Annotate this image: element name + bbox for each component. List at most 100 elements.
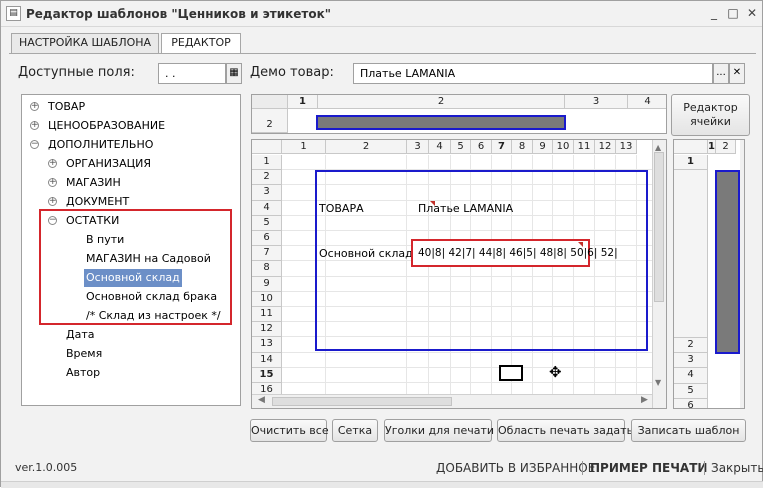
expand-toggle-icon[interactable]: +	[48, 178, 57, 187]
corner-cell	[252, 95, 288, 109]
window-title: Редактор шаблонов "Ценников и этикеток"	[26, 7, 332, 21]
tree-item[interactable]: МАГАЗИН	[64, 174, 123, 192]
side-row-header[interactable]: 5	[674, 383, 708, 399]
tree-item[interactable]: ДОПОЛНИТЕЛЬНО	[46, 136, 155, 154]
top-col-header: 1	[288, 95, 318, 109]
print-width-bar[interactable]	[316, 115, 566, 130]
tree-item[interactable]: Автор	[64, 364, 102, 382]
row-header[interactable]: 13	[252, 337, 282, 353]
maximize-button[interactable]: □	[725, 6, 741, 21]
cell-sizes: 40|8| 42|7| 44|8| 46|5| 48|8| 50|6| 52|	[418, 247, 618, 259]
row-header[interactable]: 1	[252, 155, 282, 171]
grid-row-line	[282, 366, 652, 368]
scroll-up-icon[interactable]: ▲	[655, 143, 661, 152]
close-button[interactable]: ✕	[744, 6, 760, 21]
expand-toggle-icon[interactable]: −	[30, 140, 39, 149]
side-row-spacer	[674, 170, 708, 338]
print-corners-button[interactable]: Уголки для печати	[384, 419, 494, 442]
tree-item[interactable]: ТОВАР	[46, 98, 87, 116]
tree-item[interactable]: Время	[64, 345, 104, 363]
calendar-icon[interactable]: ▦	[226, 63, 242, 84]
grid-corner	[252, 140, 282, 154]
scroll-right-icon[interactable]: ▶	[641, 395, 648, 405]
comment-marker-icon	[578, 242, 583, 247]
expand-toggle-icon[interactable]: +	[48, 197, 57, 206]
move-cursor-icon: ✥	[549, 363, 562, 381]
tree-item[interactable]: ЦЕНООБРАЗОВАНИЕ	[46, 117, 167, 135]
grid-row-line	[282, 351, 652, 353]
version-label: ver.1.0.005	[15, 461, 78, 474]
tab-template-settings[interactable]: НАСТРОЙКА ШАБЛОНА	[11, 33, 159, 53]
row-header[interactable]: 15	[252, 367, 282, 383]
tree-item[interactable]: Дата	[64, 326, 96, 344]
row-header[interactable]: 5	[252, 215, 282, 231]
minimize-button[interactable]: _	[706, 6, 722, 21]
row-header[interactable]: 10	[252, 291, 282, 307]
row-header[interactable]: 12	[252, 322, 282, 338]
expand-toggle-icon[interactable]: +	[48, 159, 57, 168]
column-header[interactable]: 9	[533, 140, 553, 154]
divider	[704, 461, 705, 475]
row-header[interactable]: 14	[252, 352, 282, 368]
row-header[interactable]: 11	[252, 307, 282, 323]
vertical-scroll-thumb[interactable]	[654, 152, 664, 302]
row-header[interactable]: 7	[252, 246, 282, 262]
cell-editor-button[interactable]: Редактор ячейки	[671, 94, 750, 136]
side-row-header[interactable]: 6	[674, 398, 708, 408]
divider	[582, 461, 583, 475]
column-header[interactable]: 11	[574, 140, 595, 154]
template-grid[interactable]: 1 2 3 4 5 6 7 8 9 10 11 12 13 1 2 3 4 5 6 7 8 9 10 11 12 13 14 15 16…	[251, 139, 667, 409]
comment-marker-icon	[430, 201, 435, 206]
title-bar: ▤ Редактор шаблонов "Ценников и этикеток…	[1, 1, 762, 27]
grid-row-line	[282, 382, 652, 383]
side-row-header[interactable]: 4	[674, 368, 708, 384]
column-header[interactable]: 3	[407, 140, 429, 154]
column-header[interactable]: 7	[492, 140, 512, 154]
save-template-button[interactable]: Записать шаблон	[631, 419, 746, 442]
tab-editor[interactable]: РЕДАКТОР	[161, 33, 241, 54]
column-header[interactable]: 6	[471, 140, 492, 154]
scroll-left-icon[interactable]: ◀	[258, 395, 265, 405]
column-header[interactable]: 4	[429, 140, 451, 154]
column-header[interactable]: 13	[616, 140, 637, 154]
column-header[interactable]: 8	[512, 140, 533, 154]
row-header[interactable]: 3	[252, 185, 282, 201]
column-header[interactable]: 10	[553, 140, 574, 154]
print-height-bar[interactable]	[715, 170, 740, 354]
row-header[interactable]: 9	[252, 276, 282, 292]
top-ruler-grid[interactable]: 1 2 3 4 2	[251, 94, 667, 134]
expand-toggle-icon[interactable]: +	[30, 102, 39, 111]
add-favorites-link[interactable]: ДОБАВИТЬ В ИЗБРАННОЕ	[436, 461, 595, 475]
select-button[interactable]: ...	[713, 63, 729, 84]
column-header[interactable]: 5	[451, 140, 471, 154]
row-header[interactable]: 2	[252, 170, 282, 186]
side-row-header[interactable]: 3	[674, 353, 708, 369]
demo-product-input[interactable]: Платье LAMANIA	[353, 63, 713, 84]
row-header[interactable]: 6	[252, 231, 282, 247]
column-header[interactable]: 2	[326, 140, 407, 154]
grid-button[interactable]: Сетка	[332, 419, 378, 442]
row-header[interactable]: 8	[252, 261, 282, 277]
clear-icon[interactable]: ✕	[729, 63, 745, 84]
top-col-header: 2	[318, 95, 565, 109]
cell-warehouse: Основной склад	[319, 247, 413, 260]
available-fields-input[interactable]: . .	[158, 63, 226, 84]
column-header[interactable]: 1	[282, 140, 326, 154]
print-sample-link[interactable]: ПРИМЕР ПЕЧАТИ	[590, 461, 707, 475]
tree-item[interactable]: ОРГАНИЗАЦИЯ	[64, 155, 153, 173]
row-header[interactable]: 4	[252, 200, 282, 216]
side-row-header[interactable]: 2	[674, 338, 708, 354]
editor-window: ▤ Редактор шаблонов "Ценников и этикеток…	[0, 0, 763, 488]
set-print-area-button[interactable]: Область печать задать	[497, 419, 633, 442]
horizontal-scroll-thumb[interactable]	[272, 397, 452, 406]
clear-all-button[interactable]: Очистить все	[250, 419, 329, 442]
side-col-header[interactable]: 2	[716, 140, 736, 154]
side-row-header[interactable]: 1	[674, 155, 708, 170]
top-col-header: 3	[565, 95, 628, 109]
side-col-header[interactable]: 1	[708, 140, 716, 154]
close-link[interactable]: Закрыть	[711, 461, 763, 475]
side-ruler-grid[interactable]: 12123456	[673, 139, 745, 409]
scroll-down-icon[interactable]: ▼	[655, 378, 661, 387]
expand-toggle-icon[interactable]: +	[30, 121, 39, 130]
column-header[interactable]: 12	[595, 140, 616, 154]
